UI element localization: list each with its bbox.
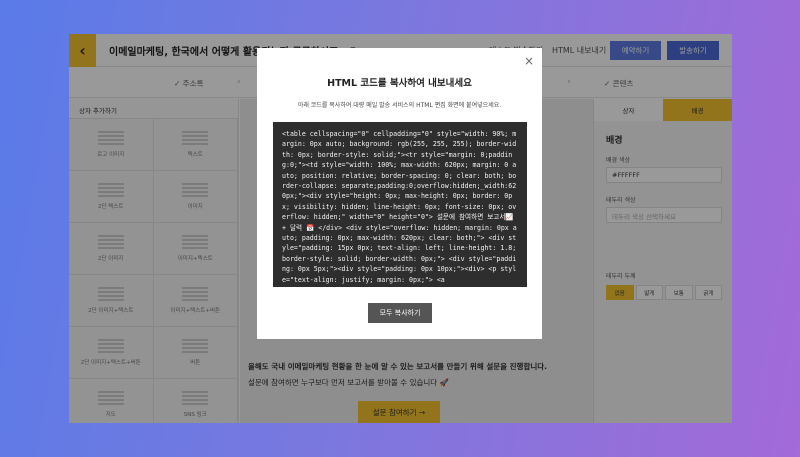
copy-all-button[interactable]: 모두 복사하기 [368,303,432,323]
modal-title: HTML 코드를 복사하여 내보내세요 [327,78,472,89]
html-export-modal: × HTML 코드를 복사하여 내보내세요 아래 코드를 복사하여 대량 메일 … [257,48,542,339]
modal-description: 아래 코드를 복사하여 대량 메일 발송 서비스의 HTML 편집 화면에 붙여… [297,102,502,109]
close-icon[interactable]: × [524,54,534,68]
html-code-box[interactable]: <table cellspacing="0" cellpadding="0" s… [273,122,527,287]
